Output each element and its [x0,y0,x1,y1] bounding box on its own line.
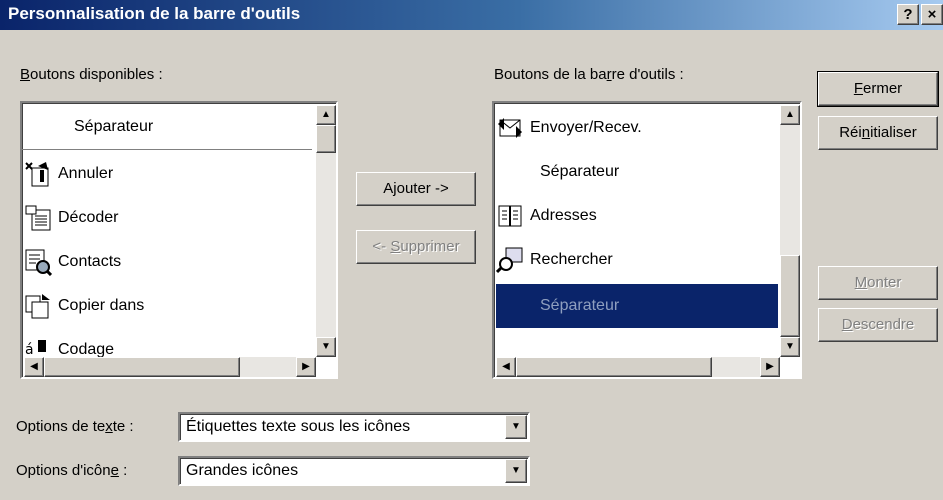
close-button[interactable]: Fermer [817,71,939,107]
list-item-label: Contacts [58,253,122,270]
list-item[interactable]: Décoder [24,196,118,240]
chevron-down-icon[interactable]: ▼ [505,415,527,439]
list-item-label: Séparateur [540,297,620,314]
svg-text:á: á [25,342,34,358]
list-item-label: Copier dans [58,297,145,314]
scroll-left-button[interactable]: ◀ [24,357,44,377]
address-book-icon [498,205,522,227]
list-item-label: Rechercher [530,251,613,268]
text-options-value: Étiquettes texte sous les icônes [186,418,411,435]
list-item[interactable]: Rechercher [496,238,613,282]
list-item[interactable]: Séparateur [496,150,619,194]
available-buttons-label: Boutons disponibles : [20,66,163,83]
scroll-left-button[interactable]: ◀ [496,357,516,377]
help-button[interactable]: ? [897,4,919,25]
toolbar-buttons-list[interactable]: Envoyer/Recev. Séparateur Adresses Reche… [492,101,802,379]
list-item[interactable]: Contacts [24,240,121,284]
customize-toolbar-dialog: Personnalisation de la barre d'outils ? … [0,0,943,500]
list-item-label: Séparateur [74,118,154,135]
scroll-up-button[interactable]: ▲ [780,105,800,125]
icon-options-label: Options d'icône : [16,462,128,479]
list-item-label: Envoyer/Recev. [530,119,642,136]
remove-button[interactable]: <- Supprimer [356,230,476,264]
scroll-thumb[interactable] [780,255,800,337]
scroll-right-button[interactable]: ▶ [760,357,780,377]
scroll-thumb[interactable] [316,125,336,153]
find-icon [496,247,523,274]
list-item-selected[interactable]: Séparateur [496,284,778,328]
undo-icon [25,162,49,187]
title-bar[interactable]: Personnalisation de la barre d'outils ? … [0,0,943,30]
toolbar-horizontal-scrollbar[interactable]: ◀ ▶ [496,357,780,377]
toolbar-buttons-label: Boutons de la barre d'outils : [494,66,684,83]
list-item[interactable]: Envoyer/Recev. [496,106,642,150]
scroll-down-button[interactable]: ▼ [780,337,800,357]
scroll-thumb[interactable] [44,357,240,377]
scroll-up-button[interactable]: ▲ [316,105,336,125]
list-item-label: Annuler [58,165,114,182]
list-item-label: Adresses [530,207,597,224]
list-item-label: Séparateur [540,163,620,180]
contacts-icon [25,249,52,276]
available-vertical-scrollbar[interactable]: ▲ ▼ [316,105,336,357]
add-button[interactable]: Ajouter -> [356,172,476,206]
toolbar-vertical-scrollbar[interactable]: ▲ ▼ [780,105,800,357]
text-options-select[interactable]: Étiquettes texte sous les icônes ▼ [178,412,530,442]
list-item-label: Décoder [58,209,119,226]
decode-icon [25,205,51,231]
scroll-thumb[interactable] [516,357,712,377]
close-window-button[interactable]: × [921,4,943,25]
available-buttons-list[interactable]: Séparateur Annuler Décoder Contacts Copi… [20,101,338,379]
scroll-right-button[interactable]: ▶ [296,357,316,377]
list-item[interactable]: Copier dans [24,284,144,328]
copy-to-folder-icon [25,294,50,319]
scroll-down-button[interactable]: ▼ [316,337,336,357]
list-item[interactable]: Annuler [24,152,113,196]
list-item[interactable]: Adresses [496,194,597,238]
send-receive-icon [498,118,522,138]
text-options-label: Options de texte : [16,418,134,435]
separator-line [22,149,312,150]
dialog-title: Personnalisation de la barre d'outils [8,4,301,23]
list-item[interactable]: Séparateur [26,107,310,147]
move-up-button[interactable]: Monter [818,266,938,300]
reset-button[interactable]: Réinitialiser [818,116,938,150]
chevron-down-icon[interactable]: ▼ [505,459,527,483]
move-down-button[interactable]: Descendre [818,308,938,342]
available-horizontal-scrollbar[interactable]: ◀ ▶ [24,357,316,377]
icon-options-value: Grandes icônes [186,462,299,479]
icon-options-select[interactable]: Grandes icônes ▼ [178,456,530,486]
